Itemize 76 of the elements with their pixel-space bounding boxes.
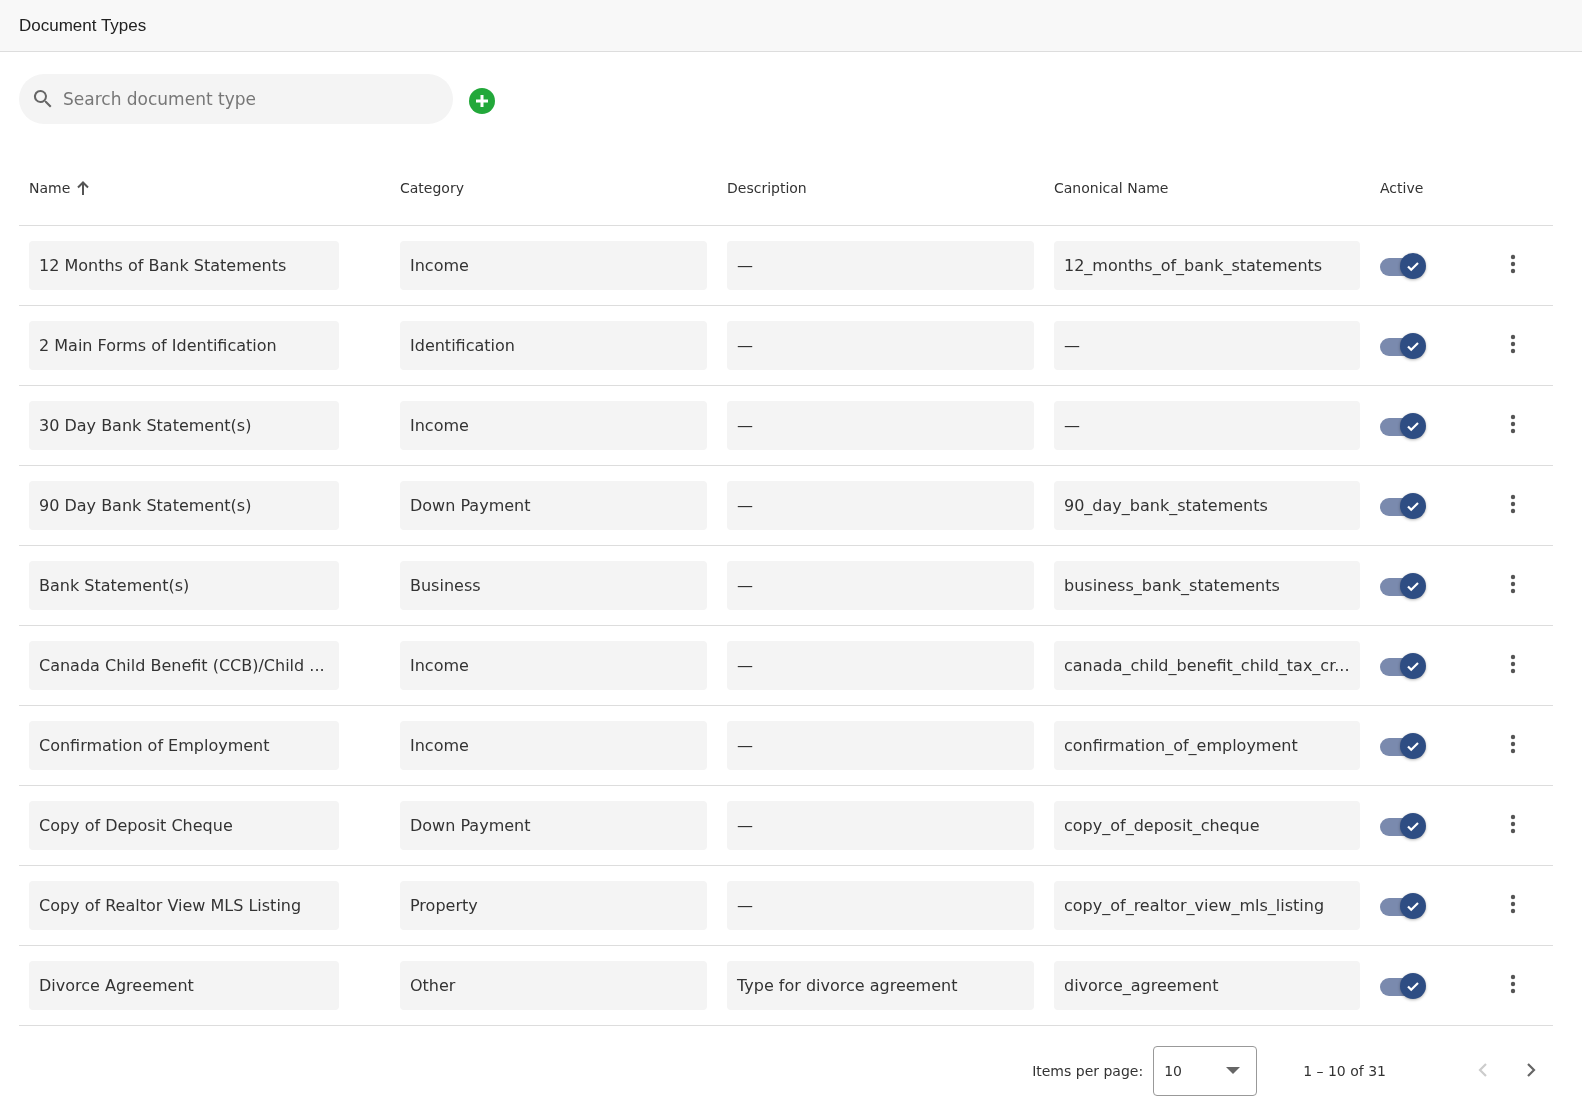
active-toggle[interactable] [1380, 331, 1426, 360]
active-toggle[interactable] [1380, 731, 1426, 760]
table-cell: 90_day_bank_statements [1054, 481, 1360, 530]
add-button[interactable] [469, 88, 495, 114]
table-cell: 12_months_of_bank_statements [1054, 241, 1360, 290]
active-toggle[interactable] [1380, 651, 1426, 680]
table-cell: Bank Statement(s) [29, 561, 339, 610]
table-cell: — [1054, 321, 1360, 370]
table-cell: Down Payment [400, 481, 707, 530]
table-cell: 30 Day Bank Statement(s) [29, 401, 339, 450]
more-vertical-icon [1510, 974, 1516, 994]
table-cell: — [727, 641, 1034, 690]
table-cell: Confirmation of Employment [29, 721, 339, 770]
more-vertical-icon [1510, 494, 1516, 514]
page-size-select[interactable]: 10 [1153, 1046, 1258, 1096]
table-cell: — [727, 561, 1034, 610]
column-header[interactable]: Description [727, 179, 807, 196]
more-vertical-icon [1510, 654, 1516, 674]
table-cell: Income [400, 401, 707, 450]
more-vertical-icon [1510, 814, 1516, 834]
more-vertical-icon [1510, 894, 1516, 914]
active-toggle[interactable] [1380, 571, 1426, 600]
table-cell: 12 Months of Bank Statements [29, 241, 339, 290]
table-cell: Divorce Agreement [29, 961, 339, 1010]
active-toggle[interactable] [1380, 491, 1426, 520]
table-cell: canada_child_benefit_child_tax_cr... [1054, 641, 1360, 690]
table-cell: 90 Day Bank Statement(s) [29, 481, 339, 530]
column-header[interactable]: Active [1380, 179, 1424, 196]
page-title: Document Types [19, 15, 147, 36]
chevron-right-icon [1526, 1061, 1536, 1078]
column-header[interactable]: Name [29, 179, 71, 196]
active-toggle[interactable] [1380, 811, 1426, 840]
more-vertical-icon [1510, 254, 1516, 274]
active-toggle[interactable] [1380, 251, 1426, 280]
plus-icon [469, 88, 495, 114]
table-cell: Income [400, 721, 707, 770]
table-cell: business_bank_statements [1054, 561, 1360, 610]
table-cell: divorce_agreement [1054, 961, 1360, 1010]
table-cell: — [727, 401, 1034, 450]
table-cell: — [727, 481, 1034, 530]
table-cell: — [727, 321, 1034, 370]
table-cell: — [727, 881, 1034, 930]
table-cell: Other [400, 961, 707, 1010]
table-cell: copy_of_deposit_cheque [1054, 801, 1360, 850]
column-header[interactable]: Category [400, 179, 464, 196]
more-vertical-icon [1510, 734, 1516, 754]
search-field[interactable]: Search document type [19, 74, 453, 124]
more-vertical-icon [1510, 414, 1516, 434]
table-cell: — [727, 721, 1034, 770]
table-cell: Identification [400, 321, 707, 370]
table-cell: confirmation_of_employment [1054, 721, 1360, 770]
table-cell: — [727, 801, 1034, 850]
table-cell: 2 Main Forms of Identification [29, 321, 339, 370]
active-toggle[interactable] [1380, 411, 1426, 440]
table-cell: Copy of Deposit Cheque [29, 801, 339, 850]
page-range: 1 – 10 of 31 [1303, 1063, 1386, 1079]
table-cell: Down Payment [400, 801, 707, 850]
table-cell: Copy of Realtor View MLS Listing [29, 881, 339, 930]
table-cell: Income [400, 641, 707, 690]
more-vertical-icon [1510, 334, 1516, 354]
table-cell: Business [400, 561, 707, 610]
table-cell: copy_of_realtor_view_mls_listing [1054, 881, 1360, 930]
table-cell: Type for divorce agreement [727, 961, 1034, 1010]
items-per-page-label: Items per page: [1032, 1063, 1144, 1079]
table-cell: Property [400, 881, 707, 930]
sort-arrow-icon [76, 179, 91, 196]
table-cell: — [1054, 401, 1360, 450]
chevron-left-icon [1478, 1061, 1488, 1078]
dropdown-caret-icon [1226, 1067, 1241, 1075]
table-cell: — [727, 241, 1034, 290]
column-header[interactable]: Canonical Name [1054, 179, 1169, 196]
active-toggle[interactable] [1380, 891, 1426, 920]
table-cell: Income [400, 241, 707, 290]
more-vertical-icon [1510, 574, 1516, 594]
table-cell: Canada Child Benefit (CCB)/Child ... [29, 641, 339, 690]
active-toggle[interactable] [1380, 971, 1426, 1000]
